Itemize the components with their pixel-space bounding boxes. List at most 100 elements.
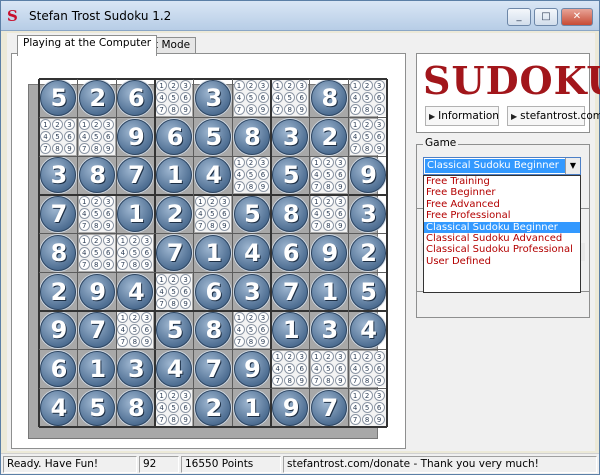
- candidate-digit[interactable]: 8: [284, 104, 296, 115]
- candidate-digit[interactable]: 7: [233, 336, 245, 348]
- cell-candidates[interactable]: 123456789: [233, 312, 270, 349]
- candidate-digit[interactable]: 4: [194, 208, 206, 220]
- candidate-digit[interactable]: 5: [168, 285, 180, 297]
- candidate-digit[interactable]: 5: [361, 92, 373, 103]
- sudoku-cell[interactable]: 3: [194, 79, 232, 117]
- candidate-digit[interactable]: 9: [180, 297, 192, 309]
- candidate-digit[interactable]: 5: [361, 362, 373, 374]
- candidate-digit[interactable]: 1: [194, 196, 206, 208]
- sudoku-cell[interactable]: 5: [233, 195, 271, 233]
- candidate-digit[interactable]: 6: [296, 92, 308, 103]
- candidate-digit[interactable]: 2: [245, 80, 257, 91]
- candidate-digit[interactable]: 3: [102, 234, 114, 246]
- sudoku-cell[interactable]: 123456789: [233, 79, 271, 117]
- candidate-digit[interactable]: 8: [322, 181, 334, 193]
- candidate-digit[interactable]: 9: [102, 142, 114, 154]
- sudoku-cell[interactable]: 123456789: [349, 389, 387, 427]
- sudoku-cell[interactable]: 123456789: [155, 273, 193, 311]
- cell-candidates[interactable]: 123456789: [156, 273, 193, 310]
- candidate-digit[interactable]: 5: [168, 92, 180, 103]
- title-bar[interactable]: S Stefan Trost Sudoku 1.2 _ □ ✕: [1, 1, 599, 31]
- sudoku-cell[interactable]: 3: [116, 350, 154, 388]
- candidate-digit[interactable]: 2: [361, 389, 373, 401]
- candidate-digit[interactable]: 4: [117, 324, 129, 336]
- candidate-digit[interactable]: 2: [52, 118, 63, 130]
- candidate-digit[interactable]: 7: [194, 220, 206, 232]
- candidate-digit[interactable]: 7: [156, 104, 168, 115]
- tab-playing-at-the-computer[interactable]: Playing at the Computer: [17, 35, 158, 56]
- candidate-digit[interactable]: 7: [78, 142, 90, 154]
- candidate-digit[interactable]: 6: [102, 208, 114, 220]
- candidate-digit[interactable]: 9: [180, 104, 192, 115]
- candidate-digit[interactable]: 9: [334, 220, 346, 232]
- sudoku-cell[interactable]: 8: [233, 118, 271, 156]
- candidate-digit[interactable]: 1: [117, 234, 129, 246]
- sudoku-cell[interactable]: 2: [39, 273, 77, 311]
- maximize-button[interactable]: □: [534, 8, 558, 26]
- candidate-digit[interactable]: 3: [141, 234, 153, 246]
- candidate-digit[interactable]: 4: [349, 401, 361, 413]
- game-option-free-training[interactable]: Free Training: [424, 176, 580, 187]
- game-select[interactable]: Classical Sudoku Beginner ▼: [423, 157, 581, 175]
- candidate-digit[interactable]: 7: [117, 336, 129, 348]
- sudoku-cell[interactable]: 5: [194, 118, 232, 156]
- candidate-digit[interactable]: 1: [349, 389, 361, 401]
- candidate-digit[interactable]: 8: [361, 413, 373, 425]
- game-option-free-beginner[interactable]: Free Beginner: [424, 187, 580, 198]
- information-button[interactable]: ▶ Information: [425, 106, 499, 126]
- candidate-digit[interactable]: 2: [361, 118, 373, 130]
- candidate-digit[interactable]: 2: [168, 80, 180, 91]
- candidate-digit[interactable]: 3: [257, 157, 269, 169]
- candidate-digit[interactable]: 7: [156, 297, 168, 309]
- sudoku-cell[interactable]: 1: [194, 234, 232, 272]
- sudoku-cell[interactable]: 123456789: [116, 311, 154, 349]
- candidate-digit[interactable]: 5: [322, 362, 334, 374]
- sudoku-cell[interactable]: 3: [39, 156, 77, 194]
- sudoku-cell[interactable]: 7: [116, 156, 154, 194]
- sudoku-cell[interactable]: 123456789: [194, 195, 232, 233]
- candidate-digit[interactable]: 9: [257, 336, 269, 348]
- sudoku-cell[interactable]: 5: [39, 79, 77, 117]
- sudoku-cell[interactable]: 123456789: [349, 79, 387, 117]
- cell-candidates[interactable]: 123456789: [349, 389, 386, 426]
- candidate-digit[interactable]: 6: [218, 208, 230, 220]
- sudoku-cell[interactable]: 6: [155, 118, 193, 156]
- cell-candidates[interactable]: 123456789: [233, 80, 270, 116]
- sudoku-cell[interactable]: 7: [39, 195, 77, 233]
- candidate-digit[interactable]: 6: [257, 324, 269, 336]
- candidate-digit[interactable]: 8: [361, 374, 373, 386]
- sudoku-cell[interactable]: 5: [155, 311, 193, 349]
- candidate-digit[interactable]: 5: [322, 169, 334, 181]
- sudoku-cell[interactable]: 2: [155, 195, 193, 233]
- candidate-digit[interactable]: 2: [90, 234, 102, 246]
- sudoku-cell[interactable]: 3: [349, 195, 387, 233]
- candidate-digit[interactable]: 8: [361, 142, 373, 154]
- candidate-digit[interactable]: 2: [168, 389, 180, 401]
- candidate-digit[interactable]: 3: [296, 80, 308, 91]
- sudoku-cell[interactable]: 9: [233, 350, 271, 388]
- sudoku-cell[interactable]: 123456789: [310, 156, 348, 194]
- candidate-digit[interactable]: 2: [361, 80, 373, 91]
- sudoku-cell[interactable]: 7: [194, 350, 232, 388]
- candidate-digit[interactable]: 6: [334, 169, 346, 181]
- candidate-digit[interactable]: 9: [102, 258, 114, 270]
- candidate-digit[interactable]: 5: [52, 130, 63, 142]
- candidate-digit[interactable]: 4: [349, 92, 361, 103]
- game-option-classical-beginner[interactable]: Classical Sudoku Beginner: [424, 221, 580, 233]
- sudoku-cell[interactable]: 9: [349, 156, 387, 194]
- sudoku-cell[interactable]: 3: [271, 118, 309, 156]
- sudoku-cell[interactable]: 6: [116, 79, 154, 117]
- candidate-digit[interactable]: 8: [129, 336, 141, 348]
- candidate-digit[interactable]: 3: [373, 350, 385, 362]
- cell-candidates[interactable]: 123456789: [310, 196, 347, 233]
- candidate-digit[interactable]: 4: [117, 246, 129, 258]
- sudoku-cell[interactable]: 9: [39, 311, 77, 349]
- cell-candidates[interactable]: 123456789: [156, 80, 193, 116]
- cell-candidates[interactable]: 123456789: [349, 80, 386, 116]
- candidate-digit[interactable]: 2: [284, 80, 296, 91]
- candidate-digit[interactable]: 8: [284, 374, 296, 386]
- sudoku-cell[interactable]: 1: [78, 350, 116, 388]
- candidate-digit[interactable]: 8: [90, 142, 102, 154]
- sudoku-cell[interactable]: 123456789: [116, 234, 154, 272]
- cell-candidates[interactable]: 123456789: [78, 234, 115, 271]
